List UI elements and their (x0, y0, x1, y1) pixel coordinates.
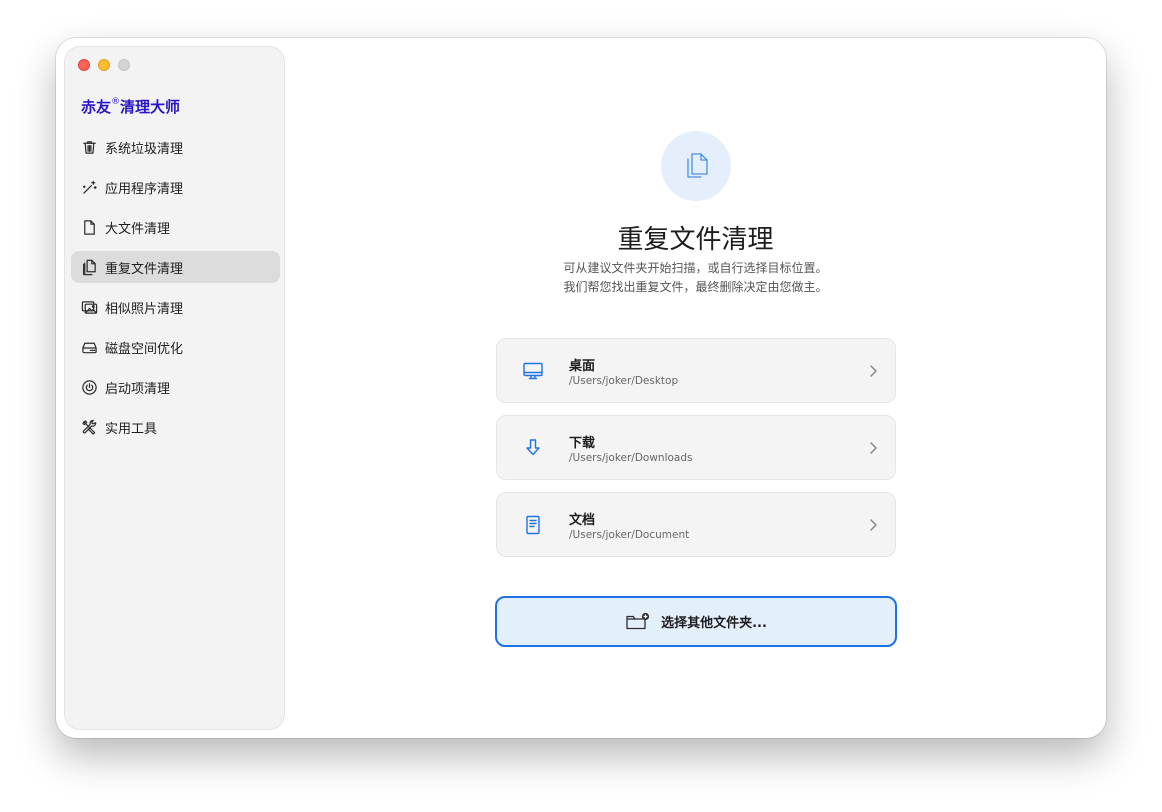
duplicate-files-icon (80, 258, 98, 276)
sidebar-item-label: 实用工具 (105, 421, 158, 437)
location-desktop[interactable]: 桌面 /Users/joker/Desktop (496, 338, 896, 403)
sidebar-item-label: 重复文件清理 (105, 261, 184, 277)
app-window: 赤友®清理大师 系统垃圾清理 应用程序清理 大文件清理 重复文件清理 相似照片清… (56, 38, 1106, 738)
main-content: 重复文件清理 可从建议文件夹开始扫描，或自行选择目标位置。 我们帮您找出重复文件… (285, 38, 1106, 738)
sidebar-item-label: 启动项清理 (105, 381, 171, 397)
sidebar-item-disk-optimize[interactable]: 磁盘空间优化 (71, 331, 280, 363)
photos-icon (80, 298, 98, 316)
zoom-window-button[interactable] (118, 59, 130, 71)
brand-suffix: 清理大师 (120, 98, 181, 116)
brand-name: 赤友 (81, 98, 112, 116)
chevron-right-icon (867, 517, 879, 533)
page-subtitle-line-1: 可从建议文件夹开始扫描，或自行选择目标位置。 (563, 261, 828, 275)
location-name: 文档 (569, 513, 596, 528)
sidebar-item-system-junk[interactable]: 系统垃圾清理 (71, 131, 280, 163)
chevron-right-icon (867, 363, 879, 379)
sidebar: 赤友®清理大师 系统垃圾清理 应用程序清理 大文件清理 重复文件清理 相似照片清… (64, 46, 285, 730)
power-icon (80, 378, 98, 396)
app-brand: 赤友®清理大师 (81, 96, 180, 117)
location-downloads[interactable]: 下载 /Users/joker/Downloads (496, 415, 896, 480)
sidebar-item-similar-photos[interactable]: 相似照片清理 (71, 291, 280, 323)
chevron-right-icon (867, 440, 879, 456)
sidebar-item-label: 应用程序清理 (105, 181, 184, 197)
page-title: 重复文件清理 (617, 225, 774, 255)
choose-other-folder-button[interactable]: 选择其他文件夹... (495, 596, 897, 647)
tools-icon (80, 418, 98, 436)
sidebar-nav: 系统垃圾清理 应用程序清理 大文件清理 重复文件清理 相似照片清理 磁盘空间优化… (71, 131, 280, 451)
window-controls (78, 59, 130, 71)
document-icon (521, 513, 545, 537)
location-path: /Users/joker/Downloads (569, 452, 693, 464)
disk-drive-icon (80, 338, 98, 356)
folder-add-icon (625, 612, 651, 632)
sidebar-item-app-cleanup[interactable]: 应用程序清理 (71, 171, 280, 203)
desktop-icon (521, 359, 545, 383)
duplicate-files-hero-icon (661, 131, 731, 201)
location-path: /Users/joker/Document (569, 529, 690, 541)
location-documents[interactable]: 文档 /Users/joker/Document (496, 492, 896, 557)
close-window-button[interactable] (78, 59, 90, 71)
download-icon (521, 436, 545, 460)
location-path: /Users/joker/Desktop (569, 375, 679, 387)
sidebar-item-startup-items[interactable]: 启动项清理 (71, 371, 280, 403)
page-subtitle-line-2: 我们帮您找出重复文件，最终删除决定由您做主。 (563, 280, 828, 294)
minimize-window-button[interactable] (98, 59, 110, 71)
document-icon (80, 218, 98, 236)
sidebar-item-utilities[interactable]: 实用工具 (71, 411, 280, 443)
location-name: 桌面 (569, 359, 596, 374)
sidebar-item-label: 磁盘空间优化 (105, 341, 184, 357)
sidebar-item-label: 相似照片清理 (105, 301, 184, 317)
magic-wand-icon (80, 178, 98, 196)
location-name: 下载 (569, 436, 596, 451)
sidebar-item-label: 大文件清理 (105, 221, 171, 237)
choose-other-folder-label: 选择其他文件夹... (661, 616, 767, 631)
sidebar-item-duplicate-files[interactable]: 重复文件清理 (71, 251, 280, 283)
sidebar-item-large-files[interactable]: 大文件清理 (71, 211, 280, 243)
registered-mark: ® (111, 97, 121, 107)
trash-icon (80, 138, 98, 156)
sidebar-item-label: 系统垃圾清理 (105, 141, 184, 157)
